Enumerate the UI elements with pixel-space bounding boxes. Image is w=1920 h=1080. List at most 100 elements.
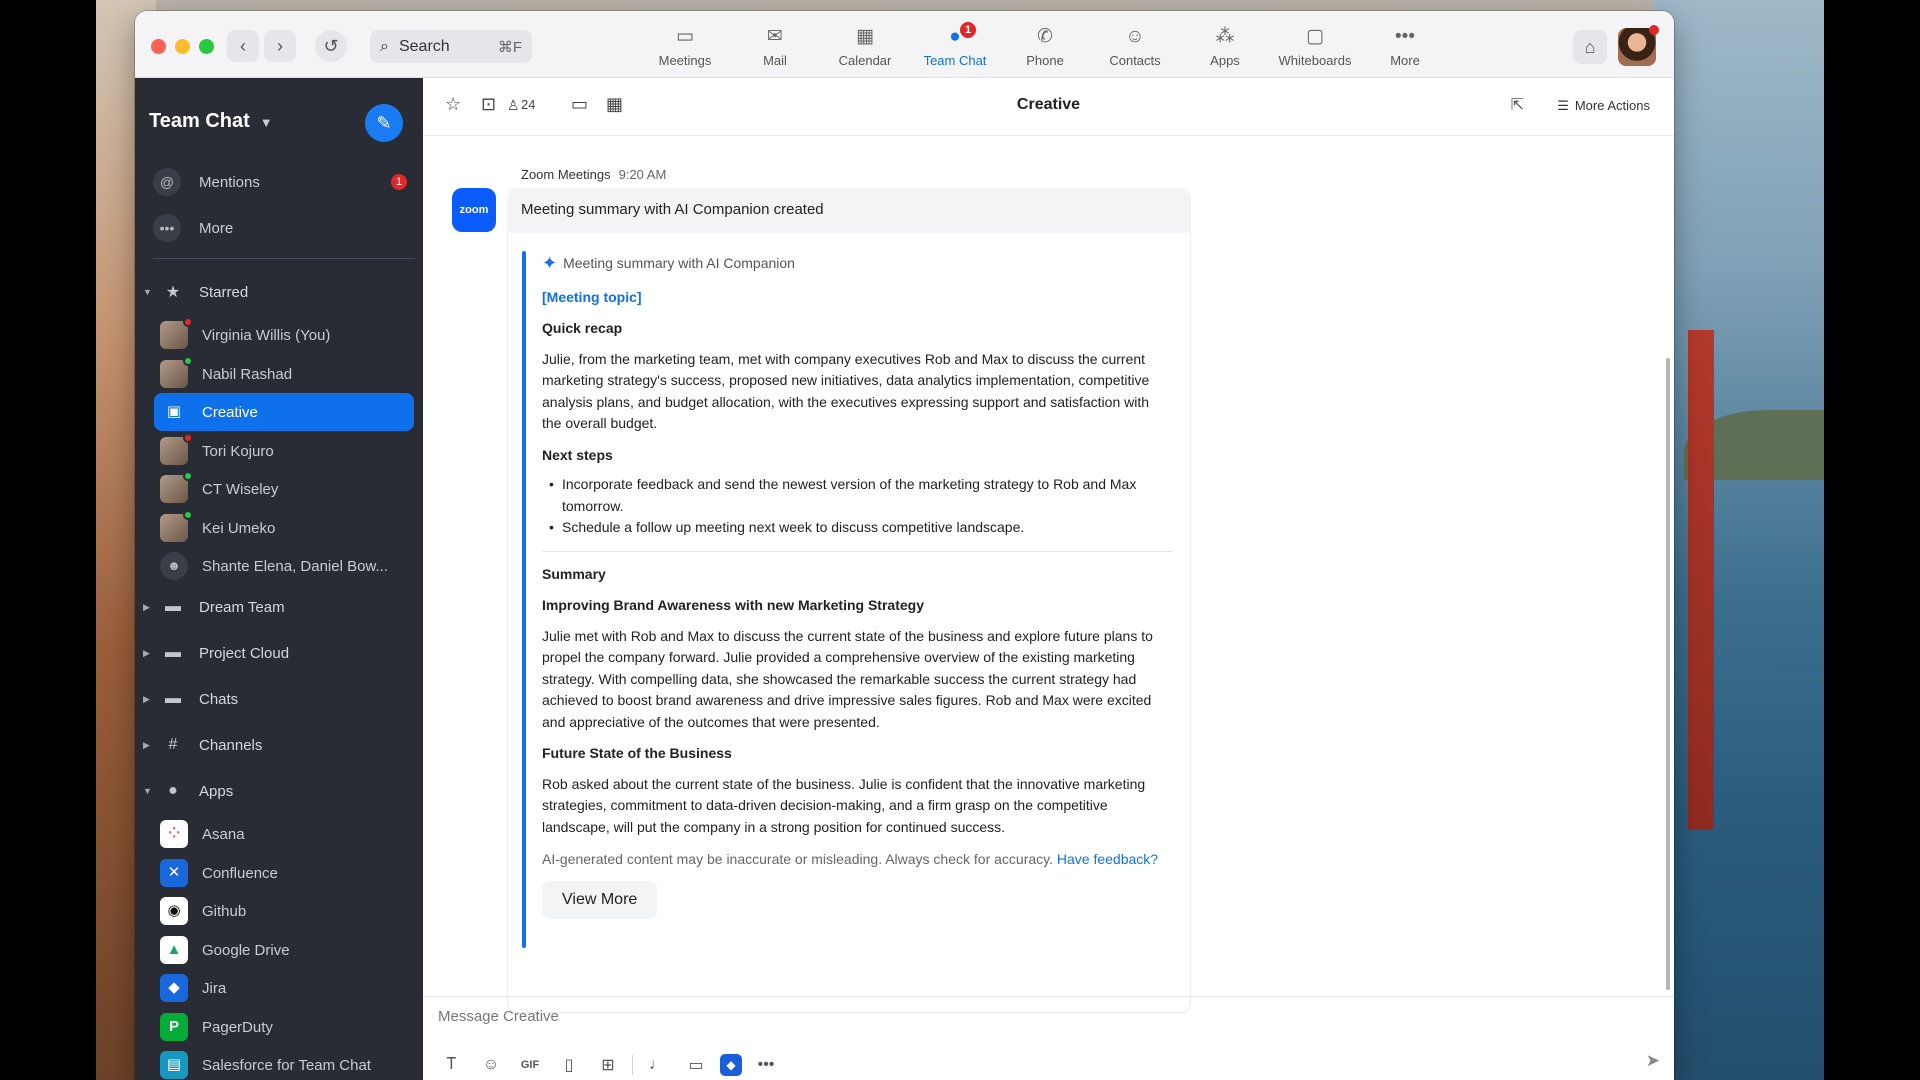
open-external-icon[interactable]: ⇱: [1511, 95, 1524, 115]
at-icon: @: [153, 168, 181, 196]
microphone-icon[interactable]: ♩: [642, 1056, 672, 1074]
chat-label: Kei Umeko: [202, 519, 276, 537]
disclaimer-text: AI-generated content may be inaccurate o…: [542, 851, 1053, 867]
app-google-drive[interactable]: ▲ Google Drive: [154, 931, 414, 969]
mentions-badge: 1: [391, 174, 407, 190]
summary-paragraph-1: Julie met with Rob and Max to discuss th…: [542, 627, 1153, 730]
folder-icon: ▬: [165, 644, 181, 661]
history-icon[interactable]: ↺: [315, 30, 347, 62]
channel-header: ☆ ⊡ ♙ 24 ▭ ▦ Creative ⇱ ☰ More Actions: [423, 78, 1674, 136]
section-dream-team[interactable]: ▶ ▬ Dream Team: [143, 592, 285, 622]
zoom-avatar[interactable]: zoom: [452, 188, 496, 232]
message-input[interactable]: Message Creative: [438, 1008, 559, 1025]
sidebar-item-more[interactable]: ••• More: [153, 211, 413, 245]
search-input[interactable]: ⌕ Search ⌘F: [370, 30, 532, 63]
feedback-link[interactable]: Have feedback?: [1057, 851, 1158, 867]
nav-team-chat[interactable]: ● 1 Team Chat: [910, 11, 1000, 78]
emoji-icon[interactable]: ☺: [476, 1056, 506, 1074]
chat-label: Tori Kojuro: [202, 442, 274, 460]
section-channels[interactable]: ▶ # Channels: [143, 730, 262, 760]
forward-arrow-icon[interactable]: ›: [264, 30, 296, 62]
app-salesforce[interactable]: ▤ Salesforce for Team Chat: [154, 1046, 414, 1080]
ai-summary-card: ✦ Meeting summary with AI Companion [Mee…: [507, 233, 1191, 1013]
gif-button[interactable]: GIF: [515, 1059, 545, 1071]
chat-label: Virginia Willis (You): [202, 326, 331, 344]
app-bubble-icon: ●: [168, 782, 178, 799]
summary-paragraph-2: Rob asked about the current state of the…: [542, 775, 1146, 835]
salesforce-icon: ▤: [160, 1051, 188, 1079]
hash-icon: #: [168, 736, 178, 753]
contacts-icon: ☺: [1125, 26, 1145, 47]
app-confluence[interactable]: ✕ Confluence: [154, 854, 414, 892]
sidebar-title[interactable]: Team Chat ▼: [149, 110, 273, 133]
nav-meetings[interactable]: ▭ Meetings: [640, 11, 730, 78]
wallpaper-bay: [1654, 0, 1824, 1080]
section-chats[interactable]: ▶ ▬ Chats: [143, 684, 238, 714]
window-maximize-button[interactable]: [199, 39, 214, 54]
nav-phone[interactable]: ✆ Phone: [1000, 11, 1090, 78]
section-starred[interactable]: ▼ ★ Starred: [143, 277, 248, 307]
sidebar-title-text: Team Chat: [149, 110, 250, 132]
more-actions-label: More Actions: [1574, 98, 1650, 113]
more-options-icon[interactable]: •••: [751, 1056, 781, 1074]
channel-creative[interactable]: ▣ Creative: [154, 393, 414, 431]
bridge-tower: [1688, 330, 1714, 830]
view-more-button[interactable]: View More: [542, 881, 658, 919]
app-asana[interactable]: ⁘ Asana: [154, 815, 414, 853]
next-step-item: Incorporate feedback and send the newest…: [542, 474, 1172, 517]
ai-sparkle-icon: ✦: [542, 253, 558, 273]
send-icon[interactable]: ➤: [1646, 1051, 1660, 1071]
app-pagerduty[interactable]: P PagerDuty: [154, 1008, 414, 1046]
nav-calendar[interactable]: ▦ Calendar: [820, 11, 910, 78]
compose-button[interactable]: ✎: [365, 104, 403, 142]
back-arrow-icon[interactable]: ‹: [227, 30, 259, 62]
chat-label: CT Wiseley: [202, 480, 279, 498]
sidebar-item-label: Mentions: [199, 173, 260, 191]
video-message-icon[interactable]: ▭: [681, 1055, 711, 1075]
more-actions-button[interactable]: ☰ More Actions: [1557, 98, 1650, 114]
message-sender[interactable]: Zoom Meetings: [521, 167, 611, 182]
chat-group-shante-daniel[interactable]: ☻ Shante Elena, Daniel Bow...: [154, 547, 414, 585]
nav-mail[interactable]: ✉ Mail: [730, 11, 820, 78]
nav-label: Mail: [763, 53, 787, 68]
chat-main: ☆ ⊡ ♙ 24 ▭ ▦ Creative ⇱ ☰ More Actions Zo…: [423, 78, 1674, 1080]
chat-nabil-rashad[interactable]: Nabil Rashad: [154, 355, 414, 393]
folder-icon: ▬: [165, 598, 181, 615]
nav-whiteboards[interactable]: ▢ Whiteboards: [1270, 11, 1360, 78]
chat-virginia-willis[interactable]: Virginia Willis (You): [154, 316, 414, 354]
chat-tori-kojuro[interactable]: Tori Kojuro: [154, 432, 414, 470]
whiteboard-icon: ▢: [1306, 26, 1324, 47]
chevron-down-icon: ▼: [259, 115, 273, 130]
sidebar-item-mentions[interactable]: @ Mentions 1: [153, 165, 413, 199]
sidebar-item-label: More: [199, 219, 234, 237]
zoom-window: ‹ › ↺ ⌕ Search ⌘F ▭ Meetings ✉ Mail ▦ Ca…: [135, 11, 1674, 1080]
nav-label: Team Chat: [923, 53, 987, 68]
format-text-icon[interactable]: Ꭲ: [437, 1056, 467, 1074]
workspace-icon[interactable]: ⌂: [1573, 30, 1607, 64]
window-close-button[interactable]: [151, 39, 166, 54]
nav-contacts[interactable]: ☺ Contacts: [1090, 11, 1180, 78]
nav-apps[interactable]: ⁂ Apps: [1180, 11, 1270, 78]
message-time: 9:20 AM: [618, 167, 667, 182]
chat-label: Shante Elena, Daniel Bow...: [202, 557, 388, 575]
summary-subtitle-1: Improving Brand Awareness with new Marke…: [542, 597, 924, 613]
status-dot: [183, 433, 193, 443]
more-icon: •••: [1395, 26, 1415, 47]
chat-kei-umeko[interactable]: Kei Umeko: [154, 509, 414, 547]
screenshot-icon[interactable]: ⊞: [593, 1055, 623, 1075]
meeting-topic-link[interactable]: [Meeting topic]: [542, 287, 1172, 309]
chat-ct-wiseley[interactable]: CT Wiseley: [154, 470, 414, 508]
window-minimize-button[interactable]: [175, 39, 190, 54]
file-icon[interactable]: ▯: [554, 1055, 584, 1075]
app-github[interactable]: ◉ Github: [154, 892, 414, 930]
ai-companion-icon[interactable]: ◆: [720, 1054, 742, 1076]
nav-more[interactable]: ••• More: [1360, 11, 1450, 78]
section-project-cloud[interactable]: ▶ ▬ Project Cloud: [143, 638, 289, 668]
apps-icon: ⁂: [1215, 26, 1235, 47]
status-dot: [183, 510, 193, 520]
expand-triangle-icon: ▼: [143, 287, 152, 297]
github-icon: ◉: [160, 897, 188, 925]
scrollbar-thumb[interactable]: [1666, 358, 1670, 990]
section-apps[interactable]: ▼ ● Apps: [143, 776, 233, 806]
app-jira[interactable]: ◆ Jira: [154, 969, 414, 1007]
